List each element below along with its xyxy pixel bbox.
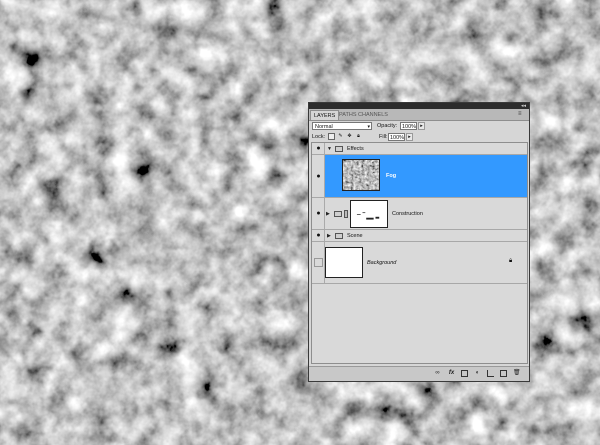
expand-triangle-icon[interactable]: ▶	[327, 233, 331, 239]
group-icon[interactable]	[487, 370, 494, 377]
lock-transparency-icon[interactable]	[328, 133, 335, 140]
trash-icon[interactable]: 🗑︎	[513, 370, 521, 377]
folder-icon	[335, 146, 343, 152]
tab-channels[interactable]: CHANNELS	[355, 110, 391, 120]
mask-icon[interactable]	[461, 370, 468, 377]
eye-icon[interactable]: ●	[314, 231, 323, 240]
lock-icon: 🔒︎	[509, 258, 513, 264]
eye-icon[interactable]: ●	[314, 144, 323, 153]
fx-icon[interactable]: fx	[448, 370, 455, 377]
layer-effects[interactable]: ● ▼ Effects	[312, 143, 527, 155]
link-icon[interactable]: ∞	[434, 370, 441, 377]
lock-position-icon[interactable]: ✥	[346, 133, 353, 140]
blend-mode-select[interactable]: Normal ▾	[312, 122, 372, 130]
blend-mode-value: Normal	[315, 124, 333, 130]
adjustment-icon[interactable]: ◐	[474, 370, 481, 377]
fill-slider-button[interactable]: ▸	[406, 133, 413, 141]
layer-background[interactable]: Background 🔒︎	[312, 242, 527, 284]
chevron-down-icon: ▾	[367, 124, 370, 130]
panel-menu-icon[interactable]: ≡	[518, 111, 526, 117]
visibility-toggle-empty[interactable]	[314, 258, 323, 267]
layer-scene[interactable]: ● ▶ Scene	[312, 230, 527, 242]
expand-triangle-icon[interactable]: ▼	[327, 146, 332, 152]
folder-icon	[335, 233, 343, 239]
layers-panel: ◂◂ LAYERS PATHS CHANNELS ≡ Normal ▾ Opac…	[308, 102, 530, 382]
tab-layers[interactable]: LAYERS	[310, 110, 340, 120]
new-layer-icon[interactable]	[500, 370, 507, 377]
layer-construction[interactable]: ● ▶ Construction	[312, 198, 527, 230]
layer-name: Background	[367, 260, 397, 266]
layers-bottom-toolbar: ∞ fx ◐ 🗑︎	[309, 366, 529, 381]
layer-name: Effects	[347, 146, 364, 152]
layer-fog[interactable]: ● Fog	[312, 155, 527, 198]
fill-input[interactable]: 100%	[388, 133, 405, 141]
eye-icon[interactable]: ●	[314, 172, 323, 181]
lock-pixels-icon[interactable]: ✎	[337, 133, 344, 140]
layer-thumbnail	[342, 159, 380, 191]
layer-thumbnail	[325, 247, 363, 278]
opacity-input[interactable]: 100%	[400, 122, 417, 130]
expand-triangle-icon[interactable]: ▶	[326, 211, 330, 217]
folder-icon	[334, 211, 342, 217]
eye-icon[interactable]: ●	[314, 209, 323, 218]
layers-list: ● ▼ Effects ● Fog ● ▶ Construction ● ▶ S…	[311, 142, 528, 364]
layer-mask-thumbnail	[350, 200, 388, 228]
opacity-slider-button[interactable]: ▸	[418, 122, 425, 130]
lock-all-icon[interactable]: 🔒︎	[355, 133, 362, 140]
layer-name: Fog	[386, 173, 397, 179]
layer-name: Construction	[392, 211, 423, 217]
link-chain-icon	[344, 210, 348, 218]
layer-name: Scene	[347, 233, 363, 239]
